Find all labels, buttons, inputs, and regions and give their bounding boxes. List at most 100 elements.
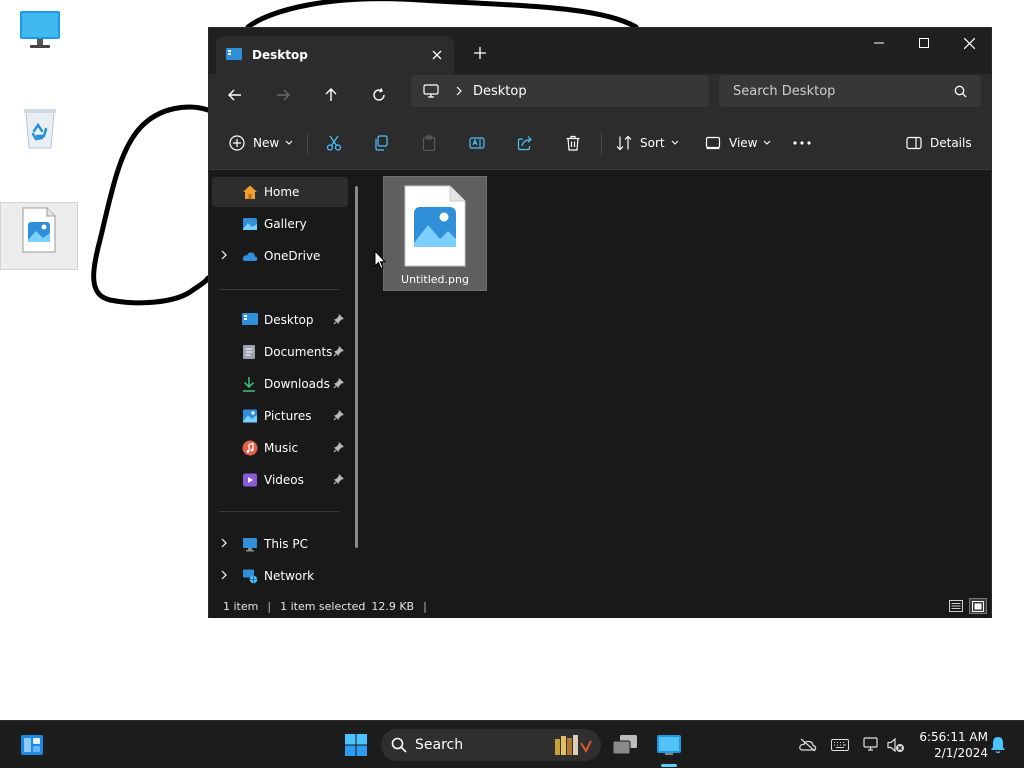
- copy-button[interactable]: [373, 127, 389, 159]
- system-clock[interactable]: 6:56:11 AM 2/1/2024: [912, 729, 988, 761]
- status-bar: 1 item | 1 item selected 12.9 KB |: [209, 594, 991, 618]
- paste-button[interactable]: [421, 127, 437, 159]
- details-view-button[interactable]: [947, 598, 965, 614]
- new-button[interactable]: New: [229, 127, 293, 159]
- sidebar-item-onedrive[interactable]: OneDrive: [212, 241, 348, 271]
- address-bar[interactable]: Desktop: [411, 75, 709, 107]
- sidebar-item-videos[interactable]: Videos: [212, 465, 348, 495]
- task-view-button[interactable]: [609, 729, 641, 761]
- breadcrumb-desktop[interactable]: Desktop: [473, 84, 527, 99]
- start-button[interactable]: [340, 729, 372, 761]
- forward-button[interactable]: [267, 79, 299, 111]
- sidebar-item-label: Pictures: [264, 409, 312, 423]
- music-icon: [242, 440, 258, 456]
- status-separator: |: [423, 599, 427, 613]
- bell-icon: [991, 737, 1005, 754]
- image-file-icon: [404, 185, 466, 267]
- taskbar-file-explorer[interactable]: [653, 729, 685, 761]
- status-separator: |: [267, 599, 272, 613]
- file-item[interactable]: Untitled.png: [383, 176, 487, 291]
- search-icon: [391, 737, 407, 753]
- sidebar-item-this-pc[interactable]: This PC: [212, 529, 348, 559]
- chevron-down-icon: [764, 140, 771, 145]
- volume-tray-button[interactable]: [886, 735, 906, 755]
- mouse-cursor-icon: [374, 250, 386, 270]
- navigation-pane-scrollbar[interactable]: [355, 186, 358, 548]
- network-status-icon: [863, 737, 878, 751]
- chevron-right-icon: [456, 86, 462, 96]
- desktop-folder-icon: [242, 313, 258, 325]
- taskbar-search-label: Search: [415, 737, 464, 753]
- command-bar: New Sort View Details: [209, 116, 991, 170]
- tab-title: Desktop: [252, 48, 308, 62]
- details-button[interactable]: Details: [906, 127, 972, 159]
- sidebar-item-label: Desktop: [264, 313, 314, 327]
- keyboard-tray-button[interactable]: [830, 735, 850, 755]
- sidebar-item-label: Home: [264, 185, 300, 199]
- chevron-down-icon: [671, 140, 678, 145]
- pin-icon: [333, 314, 344, 325]
- desktop-icon-untitled-png[interactable]: [0, 202, 78, 270]
- tab-close-button[interactable]: [426, 44, 448, 66]
- sidebar-item-network[interactable]: Network: [212, 561, 348, 591]
- cloud-icon: [242, 252, 258, 261]
- share-icon: [517, 136, 532, 151]
- plus-circle-icon: [229, 135, 245, 151]
- details-pane-icon: [906, 136, 922, 150]
- network-tray-button[interactable]: [862, 735, 882, 755]
- notifications-button[interactable]: [988, 735, 1008, 755]
- view-button[interactable]: View: [705, 127, 771, 159]
- tile-view-icon: [972, 600, 984, 612]
- arrow-left-icon: [228, 89, 241, 101]
- search-box[interactable]: [719, 75, 981, 107]
- rename-icon: [469, 137, 485, 149]
- desktop-icon-recycle-bin[interactable]: [1, 104, 79, 156]
- more-options-button[interactable]: [793, 127, 811, 159]
- sidebar-item-home[interactable]: Home: [212, 177, 348, 207]
- widgets-button[interactable]: [16, 729, 48, 761]
- refresh-button[interactable]: [363, 79, 395, 111]
- copy-icon: [375, 135, 388, 151]
- clock-date: 2/1/2024: [934, 746, 988, 760]
- video-icon: [243, 473, 257, 487]
- up-button[interactable]: [315, 79, 347, 111]
- title-bar: Desktop: [209, 28, 991, 74]
- desktop-icon-this-pc[interactable]: [1, 8, 79, 54]
- pin-icon: [333, 474, 344, 485]
- volume-muted-icon: [887, 737, 904, 753]
- sidebar-item-pictures[interactable]: Pictures: [212, 401, 348, 431]
- close-window-button[interactable]: [946, 28, 992, 58]
- cut-button[interactable]: [326, 127, 342, 159]
- keyboard-icon: [831, 739, 849, 751]
- books-icon: [555, 735, 592, 755]
- plus-icon: [474, 47, 486, 59]
- back-button[interactable]: [219, 79, 251, 111]
- share-button[interactable]: [517, 127, 533, 159]
- sidebar-item-documents[interactable]: Documents: [212, 337, 348, 367]
- maximize-button[interactable]: [901, 28, 947, 58]
- large-icons-view-button[interactable]: [969, 598, 987, 614]
- tab-desktop[interactable]: Desktop: [216, 36, 454, 74]
- file-explorer-window: Desktop Desktop Search Desktop New Sort …: [208, 27, 992, 618]
- sidebar-item-music[interactable]: Music: [212, 433, 348, 463]
- sidebar-item-downloads[interactable]: Downloads: [212, 369, 348, 399]
- delete-button[interactable]: [565, 127, 581, 159]
- sort-button[interactable]: Sort: [616, 127, 679, 159]
- close-icon: [432, 50, 442, 60]
- rename-button[interactable]: [469, 127, 485, 159]
- pin-icon: [333, 346, 344, 357]
- search-input[interactable]: [733, 83, 954, 99]
- file-list-area: Untitled.png: [367, 171, 991, 593]
- toolbar-divider: [307, 133, 308, 155]
- navigation-pane: Home Gallery OneDrive Desktop Documents …: [209, 171, 367, 593]
- minimize-button[interactable]: [856, 28, 902, 58]
- onedrive-tray-button[interactable]: [798, 735, 818, 755]
- refresh-icon: [373, 88, 385, 101]
- taskbar-search-box[interactable]: Search: [381, 729, 601, 761]
- sidebar-item-gallery[interactable]: Gallery: [212, 209, 348, 239]
- new-tab-button[interactable]: [467, 40, 493, 66]
- monitor-icon: [243, 538, 257, 552]
- sidebar-item-desktop[interactable]: Desktop: [212, 305, 348, 335]
- file-explorer-icon: [657, 735, 681, 755]
- pictures-icon: [243, 409, 257, 423]
